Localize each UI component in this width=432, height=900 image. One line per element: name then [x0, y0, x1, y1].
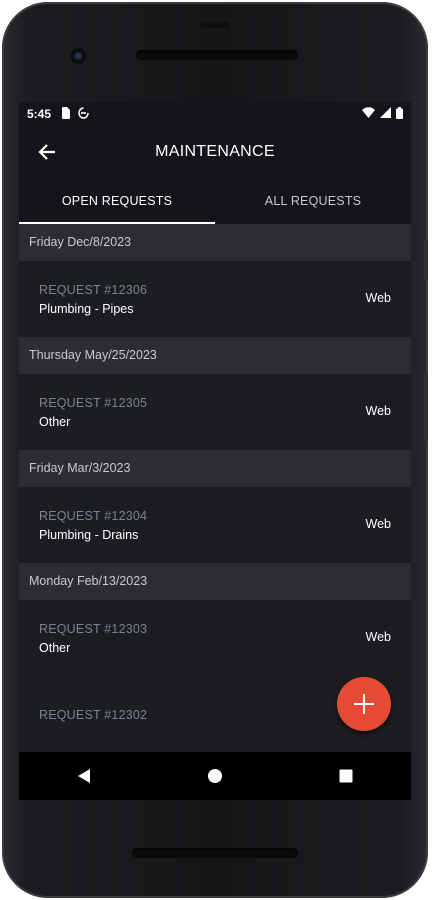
app-screen: 5:45 MAINTENANCE OPEN REQUESTS ALL REQUE… [19, 102, 411, 752]
request-number: REQUEST #12303 [39, 622, 148, 636]
request-description: Other [39, 641, 71, 655]
request-number: REQUEST #12306 [39, 283, 148, 297]
request-source: Web [365, 517, 391, 531]
request-number: REQUEST #12305 [39, 396, 148, 410]
request-row[interactable]: REQUEST #12303 Other Web [19, 600, 411, 676]
volume-button [424, 372, 428, 442]
proximity-sensor [200, 22, 230, 28]
request-source: Web [365, 630, 391, 644]
triangle-back-icon [78, 769, 91, 783]
system-nav-bar [19, 752, 411, 800]
date-header: Friday Mar/3/2023 [19, 450, 411, 487]
date-header: Monday Feb/13/2023 [19, 563, 411, 600]
page-title: MAINTENANCE [155, 143, 275, 160]
tab-bar: OPEN REQUESTS ALL REQUESTS [19, 178, 411, 224]
tab-open-requests[interactable]: OPEN REQUESTS [19, 178, 215, 224]
add-request-button[interactable] [337, 677, 391, 731]
tab-all-requests[interactable]: ALL REQUESTS [215, 178, 411, 224]
sim-card-icon [61, 106, 71, 122]
request-row[interactable]: REQUEST #12305 Other Web [19, 374, 411, 450]
bottom-speaker [132, 848, 298, 858]
earpiece-speaker [136, 50, 298, 60]
plus-icon [354, 694, 374, 714]
date-header: Thursday May/25/2023 [19, 337, 411, 374]
request-source: Web [365, 404, 391, 418]
data-saver-icon [78, 106, 89, 122]
back-button[interactable] [33, 138, 61, 166]
nav-back-button[interactable] [19, 752, 150, 800]
status-icons [362, 106, 403, 122]
tab-indicator [19, 222, 215, 224]
status-time: 5:45 [27, 107, 52, 121]
date-header: Friday Dec/8/2023 [19, 224, 411, 261]
nav-recents-button[interactable] [280, 752, 411, 800]
request-description: Plumbing - Drains [39, 528, 139, 542]
square-recents-icon [339, 769, 353, 783]
request-row[interactable]: REQUEST #12306 Plumbing - Pipes Web [19, 261, 411, 337]
request-number: REQUEST #12302 [39, 708, 148, 722]
nav-home-button[interactable] [150, 752, 281, 800]
wifi-icon [362, 107, 375, 121]
arrow-left-icon [38, 144, 55, 160]
request-description: Plumbing - Pipes [39, 302, 134, 316]
front-camera [70, 48, 86, 64]
status-bar: 5:45 [19, 102, 411, 126]
cell-signal-icon [380, 107, 391, 121]
request-description: Other [39, 415, 71, 429]
request-number: REQUEST #12304 [39, 509, 148, 523]
circle-home-icon [208, 769, 222, 783]
request-row[interactable]: REQUEST #12304 Plumbing - Drains Web [19, 487, 411, 563]
request-list: Friday Dec/8/2023 REQUEST #12306 Plumbin… [19, 224, 411, 752]
app-bar: MAINTENANCE [19, 126, 411, 178]
request-source: Web [365, 291, 391, 305]
battery-icon [396, 106, 403, 122]
power-button [424, 240, 428, 280]
